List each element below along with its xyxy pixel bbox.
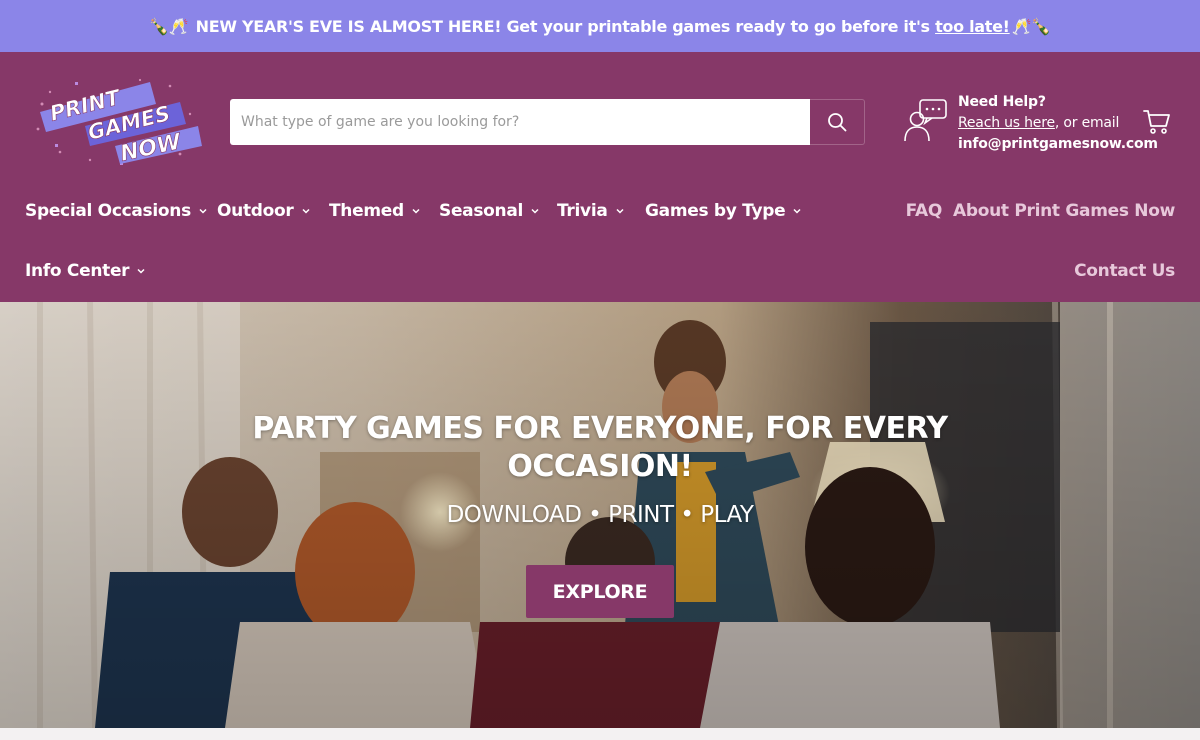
- explore-button[interactable]: EXPLORE: [526, 565, 674, 618]
- chat-support-icon: [904, 99, 947, 142]
- announcement-text: NEW YEAR'S EVE IS ALMOST HERE! Get your …: [195, 16, 930, 36]
- nav-info-center[interactable]: Info Center: [25, 261, 146, 281]
- nav-games-by-type[interactable]: Games by Type: [645, 201, 802, 221]
- chevron-down-icon: [793, 208, 801, 214]
- search-input[interactable]: [230, 99, 810, 145]
- announcement-link[interactable]: too late!: [935, 17, 1010, 36]
- chevron-down-icon: [199, 208, 207, 214]
- nav-outdoor[interactable]: Outdoor: [217, 201, 311, 221]
- help-email[interactable]: info@printgamesnow.com: [958, 134, 1158, 155]
- hero-subtitle: DOWNLOAD • PRINT • PLAY: [446, 502, 754, 528]
- print-games-now-logo[interactable]: PRINT GAMES NOW: [30, 74, 205, 169]
- help-suffix: , or email: [1054, 115, 1120, 131]
- reach-us-link[interactable]: Reach us here: [958, 115, 1055, 131]
- hero-title: PARTY GAMES FOR EVERYONE, FOR EVERY OCCA…: [252, 411, 948, 484]
- help-title: Need Help?: [958, 94, 1046, 110]
- nav-themed[interactable]: Themed: [329, 201, 421, 221]
- cart-icon[interactable]: [1143, 109, 1171, 135]
- chevron-down-icon: [137, 268, 145, 274]
- search-bar: [230, 99, 865, 145]
- hero-banner: PARTY GAMES FOR EVERYONE, FOR EVERY OCCA…: [0, 302, 1200, 728]
- search-icon: [828, 113, 847, 132]
- page-content-edge: [0, 728, 1200, 740]
- chevron-down-icon: [412, 208, 420, 214]
- champagne-emoji-right: 🥂🍾: [1011, 16, 1052, 36]
- site-header: PRINT GAMES NOW Need Help? Reach us here…: [0, 52, 1200, 302]
- chevron-down-icon: [616, 208, 624, 214]
- nav-contact-us[interactable]: Contact Us: [1074, 261, 1175, 281]
- nav-about[interactable]: About Print Games Now: [953, 201, 1175, 221]
- announcement-bar: 🍾🥂 NEW YEAR'S EVE IS ALMOST HERE! Get yo…: [0, 0, 1200, 52]
- search-button[interactable]: [810, 99, 865, 145]
- chevron-down-icon: [531, 208, 539, 214]
- nav-trivia[interactable]: Trivia: [557, 201, 625, 221]
- help-contact: Need Help? Reach us here, or email info@…: [958, 92, 1158, 155]
- chevron-down-icon: [301, 208, 310, 214]
- nav-seasonal[interactable]: Seasonal: [439, 201, 540, 221]
- champagne-emoji-left: 🍾🥂: [149, 16, 189, 36]
- nav-special-occasions[interactable]: Special Occasions: [25, 201, 208, 221]
- nav-faq[interactable]: FAQ: [906, 201, 943, 221]
